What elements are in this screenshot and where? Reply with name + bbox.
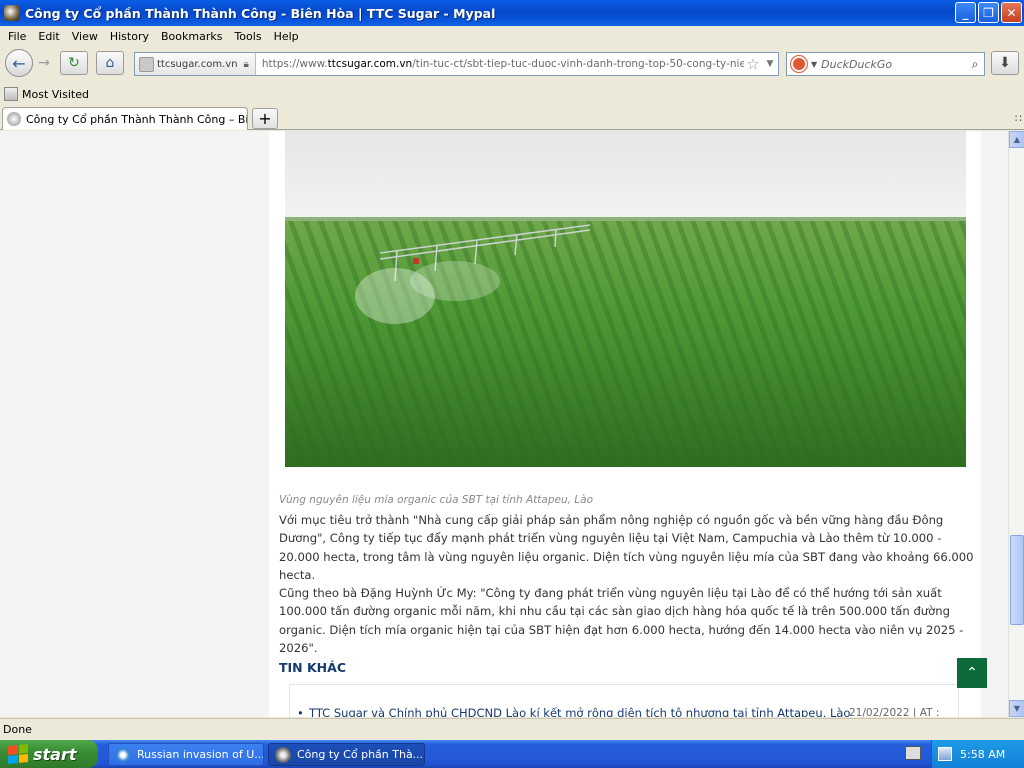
url-bar[interactable]: ttcsugar.com.vn 🔒︎ https://www.ttcsugar.… xyxy=(134,52,779,76)
maximize-button[interactable]: ❐ xyxy=(978,2,999,23)
download-arrow-icon: ⬇︎ xyxy=(999,55,1011,71)
site-identity-label: ttcsugar.com.vn xyxy=(157,58,238,70)
article-photo xyxy=(285,131,966,467)
internet-explorer-icon xyxy=(115,746,131,763)
other-news-heading: TIN KHÁC xyxy=(279,660,346,675)
bookmark-star-icon[interactable]: ☆ xyxy=(744,55,762,73)
minimize-button[interactable]: _ xyxy=(955,2,976,23)
clock[interactable]: 5:58 AM xyxy=(960,748,1005,761)
tab-title: Công ty Cổ phần Thành Thành Công – Biên … xyxy=(26,112,248,126)
keyboard-icon[interactable] xyxy=(905,746,921,760)
tab-list-grid-icon[interactable]: ∷ xyxy=(1015,112,1022,125)
menu-file[interactable]: File xyxy=(2,30,32,43)
article-paragraph-1: Với mục tiêu trở thành "Nhà cung cấp giả… xyxy=(279,513,974,582)
taskbar-item-label: Công ty Cổ phần Thà... xyxy=(297,748,424,761)
start-label: start xyxy=(33,744,77,764)
system-tray: 5:58 AM xyxy=(931,740,1024,768)
reload-button[interactable]: ↻ xyxy=(60,51,88,75)
windows-taskbar: start Russian invasion of U... Công ty C… xyxy=(0,740,1024,768)
plus-icon: + xyxy=(258,109,272,128)
scrollbar-thumb[interactable] xyxy=(1010,535,1024,625)
windows-logo-icon xyxy=(8,743,28,765)
mypal-icon xyxy=(275,746,291,763)
lock-icon: 🔒︎ xyxy=(243,58,249,70)
menu-help[interactable]: Help xyxy=(268,30,305,43)
home-icon: ⌂ xyxy=(105,55,115,71)
search-input[interactable]: DuckDuckGo xyxy=(821,58,966,71)
window-title: Công ty Cổ phần Thành Thành Công - Biên … xyxy=(25,5,496,21)
taskbar-item-ie[interactable]: Russian invasion of U... xyxy=(108,743,264,766)
home-button[interactable]: ⌂ xyxy=(96,51,124,75)
start-button[interactable]: start xyxy=(0,740,98,768)
network-icon[interactable] xyxy=(938,747,952,761)
tab-bar: Công ty Cổ phần Thành Thành Công – Biên … xyxy=(0,106,1024,130)
chevron-up-icon: ⌃ xyxy=(966,665,978,681)
reload-icon: ↻ xyxy=(68,55,80,71)
scroll-down-arrow-icon[interactable]: ▼ xyxy=(1009,700,1024,717)
duckduckgo-icon xyxy=(791,56,807,72)
article-body: Vùng nguyên liệu mía organic của SBT tại… xyxy=(269,131,981,717)
url-prefix: https://www. xyxy=(261,58,328,70)
taskbar-item-label: Russian invasion of U... xyxy=(137,748,264,761)
menu-tools[interactable]: Tools xyxy=(228,30,267,43)
status-bar: Done xyxy=(0,718,1024,740)
sugarcane-field-image xyxy=(285,131,966,467)
new-tab-button[interactable]: + xyxy=(252,108,278,129)
page-content[interactable]: Vùng nguyên liệu mía organic của SBT tại… xyxy=(0,131,1008,717)
url-domain: ttcsugar.com.vn xyxy=(327,58,413,70)
downloads-button[interactable]: ⬇︎ xyxy=(991,51,1019,75)
tab-active[interactable]: Công ty Cổ phần Thành Thành Công – Biên … xyxy=(2,107,248,130)
menu-history[interactable]: History xyxy=(104,30,155,43)
url-dropdown-icon[interactable]: ▼ xyxy=(762,59,778,69)
scroll-up-arrow-icon[interactable]: ▲ xyxy=(1009,131,1024,148)
navigation-toolbar: ← → ↻ ⌂ ttcsugar.com.vn 🔒︎ https://www.t… xyxy=(0,46,1024,82)
menu-bookmarks[interactable]: Bookmarks xyxy=(155,30,228,43)
menu-bar: File Edit View History Bookmarks Tools H… xyxy=(0,26,1024,46)
bookmark-most-visited[interactable]: Most Visited xyxy=(22,88,89,101)
forward-arrow-icon: → xyxy=(38,55,50,71)
search-icon[interactable]: ⌕ xyxy=(966,57,984,72)
menu-view[interactable]: View xyxy=(66,30,104,43)
status-text: Done xyxy=(3,723,32,736)
back-to-top-button[interactable]: ⌃ xyxy=(957,658,987,688)
bookmarks-toolbar: Most Visited xyxy=(0,84,1024,104)
close-button[interactable]: ✕ xyxy=(1001,2,1022,23)
mypal-app-icon xyxy=(4,5,20,21)
forward-button[interactable]: → xyxy=(32,51,56,75)
window-titlebar[interactable]: Công ty Cổ phần Thành Thành Công - Biên … xyxy=(0,0,1024,26)
article-paragraph-2: Cũng theo bà Đặng Huỳnh Ức My: "Công ty … xyxy=(279,586,964,655)
other-news-meta: 21/02/2022 | AT : xyxy=(849,707,940,717)
other-news-link[interactable]: TTC Sugar và Chính phủ CHDCND Lào kí kết… xyxy=(297,706,850,717)
url-path: /tin-tuc-ct/sbt-tiep-tuc-duoc-vinh-danh-… xyxy=(412,58,744,70)
search-engine-dropdown-icon[interactable]: ▼ xyxy=(811,60,817,69)
site-identity-button[interactable]: ttcsugar.com.vn 🔒︎ xyxy=(135,53,256,75)
photo-caption: Vùng nguyên liệu mía organic của SBT tại… xyxy=(279,494,594,506)
back-button[interactable]: ← xyxy=(5,49,33,77)
tab-favicon-icon xyxy=(7,112,21,126)
url-text[interactable]: https://www.ttcsugar.com.vn/tin-tuc-ct/s… xyxy=(256,58,744,70)
vertical-scrollbar[interactable]: ▲ ▼ xyxy=(1008,131,1024,717)
search-bar[interactable]: ▼ DuckDuckGo ⌕ xyxy=(786,52,985,76)
menu-edit[interactable]: Edit xyxy=(32,30,65,43)
most-visited-icon xyxy=(4,87,18,101)
taskbar-item-mypal[interactable]: Công ty Cổ phần Thà... xyxy=(268,743,425,766)
back-arrow-icon: ← xyxy=(12,53,26,73)
